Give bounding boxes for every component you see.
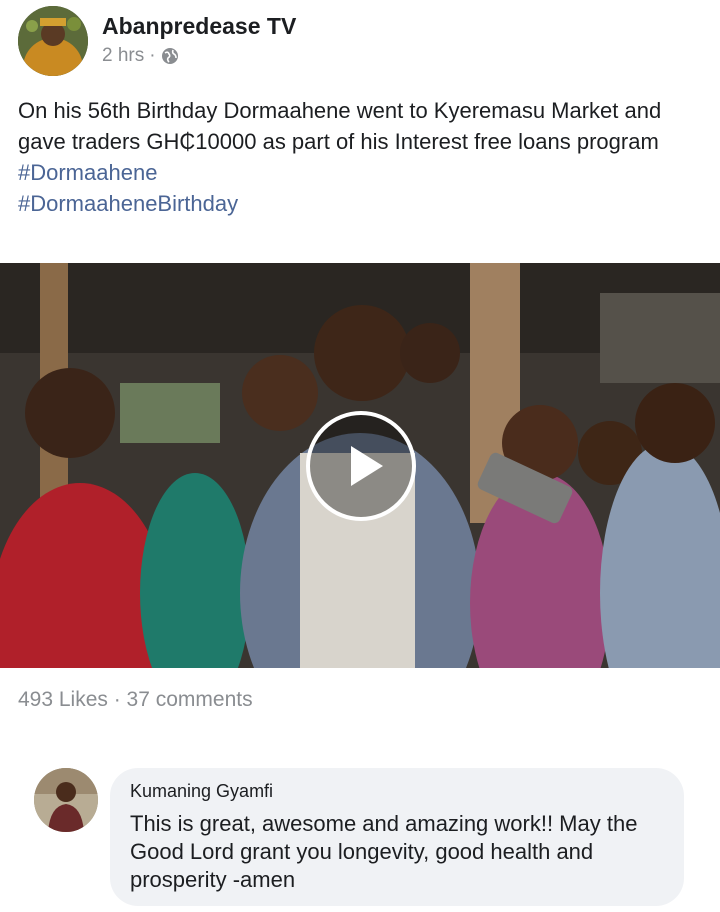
commenter-avatar[interactable] xyxy=(34,768,98,832)
page-avatar-image xyxy=(18,6,88,76)
commenter-avatar-image xyxy=(34,768,98,832)
hashtag-link[interactable]: #DormaaheneBirthday xyxy=(18,188,702,219)
hashtag-link[interactable]: #Dormaahene xyxy=(18,157,702,188)
comment-text: This is great, awesome and amazing work!… xyxy=(130,811,638,892)
comment-bubble: Kumaning Gyamfi This is great, awesome a… xyxy=(110,768,684,906)
comment-author[interactable]: Kumaning Gyamfi xyxy=(130,780,664,802)
post-header: Abanpredease TV 2 hrs · xyxy=(16,4,706,76)
video-player[interactable] xyxy=(0,263,720,668)
page-avatar[interactable] xyxy=(18,6,88,76)
reaction-stats[interactable]: 493 Likes · 37 comments xyxy=(18,688,253,712)
play-icon xyxy=(351,446,383,486)
post-meta: 2 hrs · xyxy=(102,45,179,67)
post-time[interactable]: 2 hrs xyxy=(102,45,144,67)
globe-icon xyxy=(161,48,178,64)
meta-separator: · xyxy=(149,45,156,66)
play-button[interactable] xyxy=(306,411,416,521)
page-name[interactable]: Abanpredease TV xyxy=(102,13,296,40)
post-text: On his 56th Birthday Dormaahene went to … xyxy=(18,98,662,154)
post-body: On his 56th Birthday Dormaahene went to … xyxy=(18,95,702,219)
